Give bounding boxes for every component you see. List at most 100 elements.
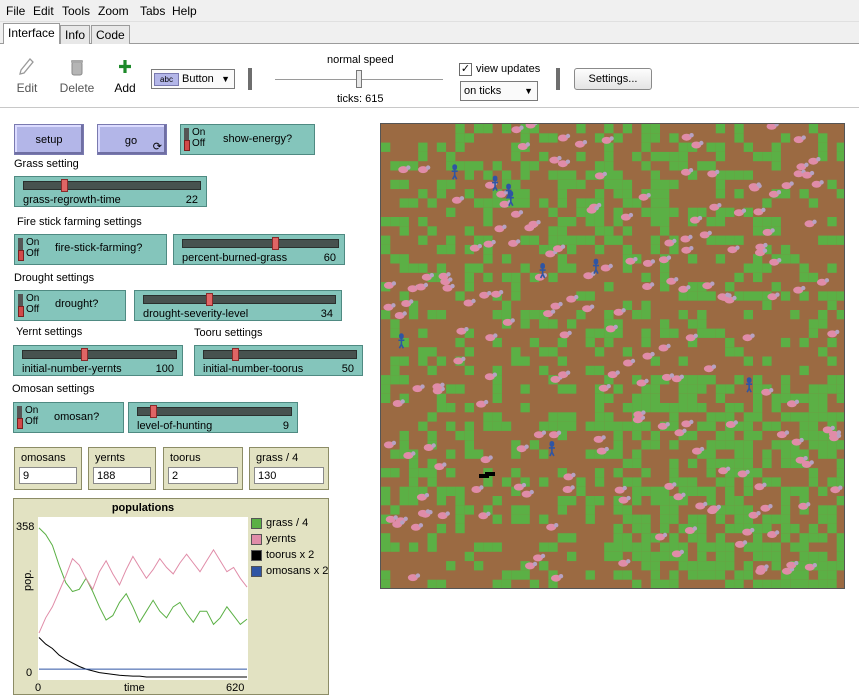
switch-toggle[interactable]: On Off xyxy=(18,293,44,319)
tab-interface[interactable]: Interface xyxy=(3,23,60,45)
switch-toggle[interactable]: On Off xyxy=(18,237,44,263)
plot-ymax: 358 xyxy=(16,521,35,533)
menu-help[interactable]: Help xyxy=(172,4,197,18)
toolbar-separator xyxy=(248,68,252,90)
slider-thumb[interactable] xyxy=(272,237,279,250)
drought-severity-slider[interactable]: drought-severity-level 34 xyxy=(134,290,342,321)
plot-title: populations xyxy=(111,502,175,514)
slider-track[interactable] xyxy=(137,407,292,416)
legend-label: yernts xyxy=(266,533,296,545)
populations-plot: populations 358 0 pop. 0 time 620 grass … xyxy=(13,498,329,695)
switch-thumb xyxy=(184,140,190,151)
show-energy-switch[interactable]: On Off show-energy? xyxy=(180,124,315,155)
plus-icon xyxy=(119,60,131,73)
monitor-toorus: toorus 2 xyxy=(163,447,243,490)
slider-name: level-of-hunting xyxy=(137,420,213,432)
monitor-label: toorus xyxy=(170,452,201,464)
legend-item: omosans x 2 xyxy=(251,564,329,580)
legend-item: grass / 4 xyxy=(251,516,329,532)
view-updates-label: view updates xyxy=(476,63,541,75)
update-mode-dropdown[interactable]: on ticks ▼ xyxy=(460,81,538,101)
menu-edit[interactable]: Edit xyxy=(33,4,54,18)
update-mode-value: on ticks xyxy=(464,85,502,97)
legend-swatch xyxy=(251,566,262,577)
tab-info[interactable]: Info xyxy=(60,25,91,44)
edit-button[interactable]: Edit xyxy=(7,58,47,95)
legend-label: toorus x 2 xyxy=(266,549,315,561)
world-canvas[interactable] xyxy=(381,124,845,589)
slider-name: percent-burned-grass xyxy=(182,252,288,264)
go-button[interactable]: go ⟳ xyxy=(97,124,167,155)
slider-track[interactable] xyxy=(23,181,201,190)
drought-switch[interactable]: On Off drought? xyxy=(14,290,126,321)
settings-button[interactable]: Settings... xyxy=(574,68,652,90)
slider-thumb[interactable] xyxy=(60,179,68,192)
percent-burned-slider[interactable]: percent-burned-grass 60 xyxy=(173,234,345,265)
legend-label: grass / 4 xyxy=(266,517,309,529)
monitor-label: omosans xyxy=(21,452,66,464)
tab-code[interactable]: Code xyxy=(91,25,130,44)
legend-label: omosans x 2 xyxy=(266,565,329,577)
slider-name: initial-number-yernts xyxy=(22,363,122,375)
view-updates-checkbox[interactable]: ✓ xyxy=(459,63,472,76)
fire-stick-switch[interactable]: On Off fire-stick-farming? xyxy=(14,234,167,265)
plot-xmin: 0 xyxy=(35,682,42,694)
switch-thumb xyxy=(17,418,23,429)
legend-swatch xyxy=(251,518,262,529)
widget-type-dropdown[interactable]: abc Button ▼ xyxy=(151,69,235,89)
switch-toggle[interactable]: On Off xyxy=(184,127,210,153)
slider-value: 60 xyxy=(323,252,336,264)
slider-track[interactable] xyxy=(143,295,336,304)
switch-off-label: Off xyxy=(26,248,40,259)
widget-type-value: Button xyxy=(182,73,214,85)
monitor-yernts: yernts 188 xyxy=(88,447,156,490)
switch-off-label: Off xyxy=(192,138,206,149)
speed-slider-thumb[interactable] xyxy=(356,70,362,88)
trash-icon xyxy=(71,60,83,76)
add-button[interactable]: Add xyxy=(105,58,145,95)
slider-thumb[interactable] xyxy=(232,348,240,361)
slider-thumb[interactable] xyxy=(150,405,158,418)
slider-thumb[interactable] xyxy=(81,348,89,361)
toolbar: Edit Delete Add abc Button ▼ normal spee… xyxy=(0,44,859,108)
menu-tabs[interactable]: Tabs xyxy=(140,4,165,18)
menu-file[interactable]: File xyxy=(6,4,25,18)
level-hunting-slider[interactable]: level-of-hunting 9 xyxy=(128,402,298,433)
slider-track[interactable] xyxy=(203,350,357,359)
monitor-value: 2 xyxy=(168,467,238,484)
initial-yernts-slider[interactable]: initial-number-yernts 100 xyxy=(13,345,183,376)
slider-name: initial-number-toorus xyxy=(203,363,304,375)
switch-thumb xyxy=(18,250,24,261)
monitor-label: grass / 4 xyxy=(256,452,299,464)
slider-name: drought-severity-level xyxy=(143,308,249,320)
menu-zoom[interactable]: Zoom xyxy=(98,4,129,18)
setup-button[interactable]: setup xyxy=(14,124,84,155)
omosan-label: omosan? xyxy=(54,411,100,423)
edit-label: Edit xyxy=(16,81,38,95)
switch-on-label: On xyxy=(26,237,40,248)
delete-button[interactable]: Delete xyxy=(57,58,97,95)
section-yernt-label: Yernt settings xyxy=(16,326,83,338)
switch-on-label: On xyxy=(25,405,39,416)
menu-tools[interactable]: Tools xyxy=(62,4,90,18)
grass-regrowth-slider[interactable]: grass-regrowth-time 22 xyxy=(14,176,207,207)
slider-value: 22 xyxy=(185,194,198,206)
plot-area xyxy=(38,517,248,680)
slider-thumb[interactable] xyxy=(206,293,214,306)
legend-swatch xyxy=(251,550,262,561)
legend-swatch xyxy=(251,534,262,545)
initial-toorus-slider[interactable]: initial-number-toorus 50 xyxy=(194,345,363,376)
ticks-counter: ticks: 615 xyxy=(337,93,384,105)
show-energy-label: show-energy? xyxy=(223,133,293,145)
section-omosan-label: Omosan settings xyxy=(12,383,95,395)
omosan-switch[interactable]: On Off omosan? xyxy=(13,402,124,433)
toolbar-separator xyxy=(556,68,560,90)
switch-on-label: On xyxy=(26,293,40,304)
speed-label: normal speed xyxy=(327,54,394,66)
slider-track[interactable] xyxy=(182,239,339,248)
world-view[interactable] xyxy=(380,123,845,589)
monitor-omosans: omosans 9 xyxy=(14,447,82,490)
slider-track[interactable] xyxy=(22,350,177,359)
switch-toggle[interactable]: On Off xyxy=(17,405,43,431)
button-widget-icon: abc xyxy=(154,73,179,86)
